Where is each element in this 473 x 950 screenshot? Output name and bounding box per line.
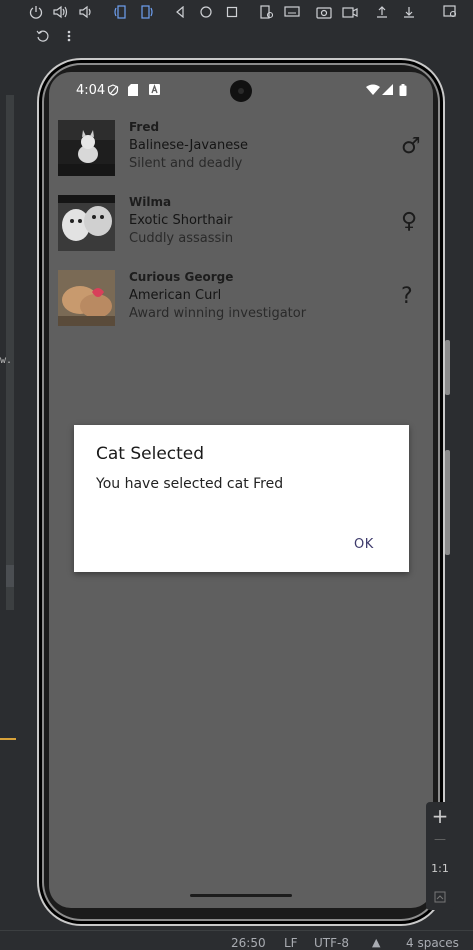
zoom-fit-icon[interactable] [426, 888, 454, 907]
home-icon[interactable] [196, 2, 216, 22]
sd-card-icon [128, 84, 138, 96]
ide-status-bar: 26:50 LF UTF-8 ▲ 4 spaces [0, 930, 473, 950]
cat-breed: American Curl [129, 288, 222, 303]
volume-down-icon[interactable] [76, 2, 96, 22]
gutter-selection [6, 565, 14, 587]
video-icon[interactable] [340, 2, 360, 22]
device-power-button[interactable] [445, 450, 450, 555]
zoom-controls: + — 1:1 [426, 802, 454, 910]
line-separator[interactable]: LF [284, 936, 298, 950]
female-icon: ♀ [401, 209, 418, 234]
cat-photo-curious-george [58, 270, 115, 326]
a-badge-icon [149, 84, 160, 95]
cursor-position[interactable]: 26:50 [231, 936, 266, 950]
cat-breed: Balinese-Javanese [129, 138, 248, 153]
zoom-in-button[interactable]: + [426, 804, 454, 828]
battery-icon [399, 84, 407, 96]
fold-icon[interactable] [256, 2, 276, 22]
ok-button[interactable]: OK [354, 537, 374, 552]
front-camera [230, 80, 252, 102]
indent-setting[interactable]: 4 spaces [406, 936, 459, 950]
cat-name: Fred [129, 120, 160, 134]
cat-name: Wilma [129, 195, 172, 209]
file-encoding[interactable]: UTF-8 [314, 936, 349, 950]
dialog-title: Cat Selected [96, 444, 205, 464]
zoom-out-button[interactable]: — [426, 832, 454, 846]
snapshot-icon[interactable] [33, 26, 53, 46]
wifi-icon [366, 84, 380, 95]
cat-photo-wilma [58, 195, 115, 251]
zoom-reset-button[interactable]: 1:1 [426, 862, 454, 875]
cat-list-item[interactable]: Wilma Exotic Shorthair Cuddly assassin ♀ [49, 195, 433, 257]
camera-icon[interactable] [314, 2, 334, 22]
cell-signal-icon [382, 84, 393, 95]
download-icon[interactable] [399, 2, 419, 22]
dialog-message: You have selected cat Fred [96, 476, 284, 492]
cat-breed: Exotic Shorthair [129, 213, 233, 228]
male-icon: ♂ [401, 134, 421, 159]
cat-list-item[interactable]: Curious George American Curl Award winni… [49, 270, 433, 332]
cat-name: Curious George [129, 270, 234, 284]
cat-description: Cuddly assassin [129, 231, 234, 246]
gutter-text: w. [0, 355, 13, 366]
status-time: 4:04 [76, 83, 106, 98]
upload-icon[interactable] [372, 2, 392, 22]
more-icon[interactable] [59, 26, 79, 46]
ide-left-gutter: w. [0, 50, 16, 930]
gutter-scroll-track [6, 95, 14, 610]
rotate-left-icon[interactable] [110, 2, 130, 22]
cat-list-item[interactable]: Fred Balinese-Javanese Silent and deadly… [49, 120, 433, 182]
unknown-gender-icon: ? [401, 284, 413, 309]
emulator-toolbar [0, 0, 473, 50]
back-icon[interactable] [170, 2, 190, 22]
indexing-icon: ▲ [372, 936, 381, 949]
gutter-highlight [0, 738, 16, 740]
overview-icon[interactable] [222, 2, 242, 22]
cat-selected-dialog: Cat Selected You have selected cat Fred … [74, 425, 409, 572]
shield-icon [107, 84, 119, 96]
power-icon[interactable] [26, 2, 46, 22]
keyboard-icon[interactable] [282, 2, 302, 22]
volume-up-icon[interactable] [51, 2, 71, 22]
rotate-right-icon[interactable] [137, 2, 157, 22]
device-volume-button[interactable] [445, 340, 450, 395]
gesture-home-bar[interactable] [190, 894, 292, 897]
cat-description: Silent and deadly [129, 156, 243, 171]
cat-photo-fred [58, 120, 115, 176]
search-window-icon[interactable] [441, 2, 461, 22]
cat-description: Award winning investigator [129, 306, 307, 321]
